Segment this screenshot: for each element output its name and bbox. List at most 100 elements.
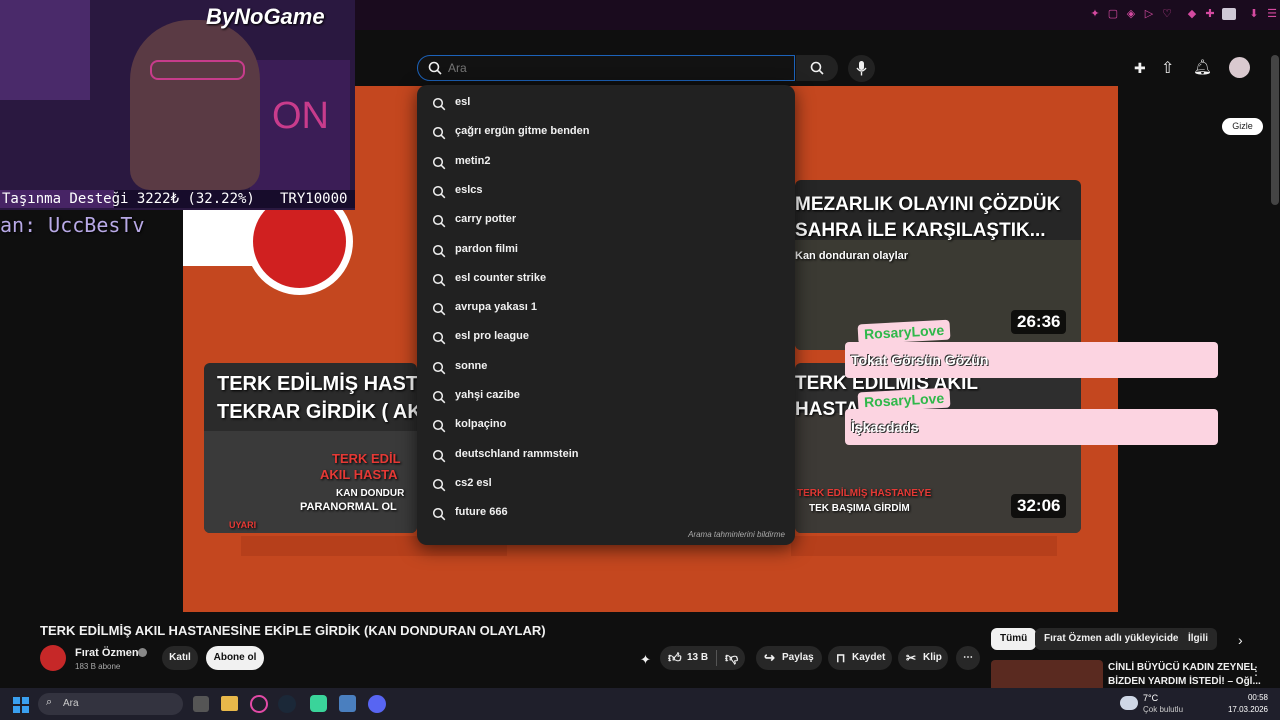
search-icon[interactable] (1203, 10, 1215, 22)
suggestion-text: pardon filmi (455, 242, 518, 255)
share-button[interactable]: ↪ Paylaş (756, 646, 822, 670)
play-icon[interactable]: ▷ (1143, 8, 1155, 20)
search-icon (432, 303, 446, 316)
minimize-icon[interactable] (1226, 10, 1238, 22)
search-button[interactable] (796, 55, 838, 81)
search-icon (432, 215, 446, 228)
suggestion-item[interactable]: cs2 esl (417, 470, 795, 499)
notifications-icon[interactable]: 🔔︎ (1193, 58, 1212, 76)
more-icon: ⋯ (963, 652, 973, 663)
suggestion-item[interactable]: future 666 (417, 499, 795, 528)
donation-text: Taşınma Desteği 3222₺ (32.22%) (2, 191, 255, 207)
thumbnail-title: MEZARLIK OLAYINI ÇÖZDÜK (795, 194, 1061, 215)
file-explorer-icon[interactable] (221, 696, 238, 711)
suggestion-item[interactable]: kolpaçino (417, 411, 795, 440)
share-label: Paylaş (782, 652, 814, 663)
discord-icon[interactable] (368, 695, 386, 713)
join-button[interactable]: Katıl (162, 646, 198, 670)
dislike-icon[interactable]: 👎︎ (725, 646, 738, 670)
upload-icon[interactable]: ⇧ (1161, 58, 1177, 77)
close-icon[interactable] (1266, 10, 1278, 22)
like-icon[interactable]: 👍︎ (668, 646, 682, 670)
suggestion-item[interactable]: sonne (417, 353, 795, 382)
taskbar-search[interactable]: ⌕ Ara (38, 693, 183, 715)
window-icon[interactable]: ▢ (1107, 8, 1119, 20)
suggestion-item[interactable]: esl counter strike (417, 265, 795, 294)
related-thumbnail[interactable] (991, 660, 1103, 688)
video-duration: 26:36 (1011, 310, 1067, 334)
search-icon (432, 244, 446, 257)
suggestion-item[interactable]: çağrı ergün gitme benden (417, 118, 795, 147)
donation-bar: Taşınma Desteği 3222₺ (32.22%) TRY10000 (0, 190, 355, 208)
search-icon: ⌕ (46, 696, 53, 708)
thumbnail-left[interactable]: TERK EDİLMİŞ HAST TEKRAR GİRDİK ( AK TER… (204, 363, 417, 533)
voice-search-button[interactable] (848, 55, 875, 82)
shield-icon[interactable]: ◈ (1125, 8, 1137, 20)
suggestion-item[interactable]: esl pro league (417, 323, 795, 352)
clock-time[interactable]: 00:58 (1228, 693, 1268, 702)
page-scrollbar[interactable] (1271, 55, 1279, 205)
thumbnail-title: TERK EDİLMİŞ HAST (217, 373, 417, 395)
opera-icon[interactable] (250, 695, 268, 713)
avatar[interactable] (1229, 57, 1250, 78)
windows-start-icon[interactable] (13, 697, 29, 713)
related-title[interactable]: BİZDEN YARDIM İSTEDİ! – Oğl... (1108, 676, 1261, 687)
extension-icon[interactable]: ◆ (1186, 8, 1198, 20)
search-icon (432, 478, 446, 492)
pin-icon[interactable]: ✦ (1089, 8, 1101, 20)
suggestion-item[interactable]: avrupa yakası 1 (417, 294, 795, 323)
chip-label: Fırat Özmen adlı yükleyiciden (1044, 633, 1185, 644)
suggestion-item[interactable]: pardon filmi (417, 236, 795, 265)
search-icon (432, 273, 446, 287)
suggestion-text: kolpaçino (455, 418, 507, 431)
more-actions-button[interactable]: ⋯ (956, 646, 980, 670)
last-follower-text: an: UccBesTv (0, 213, 145, 237)
search-box[interactable] (417, 55, 795, 81)
subscribe-button[interactable]: Abone ol (206, 646, 264, 670)
app-icon[interactable] (339, 695, 356, 712)
chip-label: Tümü (1000, 633, 1028, 644)
thumbnail-overlay-text: TERK EDİL (332, 451, 401, 466)
suggestion-text: metin2 (455, 154, 491, 167)
suggestion-item[interactable]: eslcs (417, 177, 795, 206)
create-icon[interactable]: ✚ (1134, 60, 1150, 76)
suggestion-item[interactable]: carry potter (417, 206, 795, 235)
thumbnail-shadow (791, 536, 1057, 556)
steam-icon[interactable] (278, 695, 296, 713)
clip-button[interactable]: ✂ Klip (898, 646, 948, 670)
hide-button[interactable]: Gizle (1222, 118, 1263, 135)
search-icon (432, 97, 446, 111)
download-icon[interactable]: ⬇ (1248, 8, 1260, 20)
search-input[interactable] (448, 59, 778, 77)
suggestion-item[interactable]: metin2 (417, 148, 795, 177)
suggestion-item[interactable]: yahşi cazibe (417, 382, 795, 411)
like-dislike-group: 👍︎ 13 B 👎︎ (660, 646, 745, 670)
task-view-icon[interactable] (193, 696, 209, 712)
thumbnail-subtitle: Kan donduran olaylar (795, 250, 909, 262)
chip-label: İlgili (1188, 633, 1208, 644)
related-title[interactable]: CİNLİ BÜYÜCÜ KADIN ZEYNEL (1108, 662, 1256, 673)
chevron-right-icon[interactable]: › (1238, 632, 1243, 648)
chip-related[interactable]: İlgili (1179, 628, 1217, 650)
streamer-silhouette (130, 20, 260, 190)
suggestion-item[interactable]: esl (417, 89, 795, 118)
video-duration: 32:06 (1011, 494, 1067, 518)
thumbnail-banner: TERK EDİLMİŞ HASTANEYE (797, 488, 932, 499)
verified-icon (138, 648, 147, 657)
like-count[interactable]: 13 B (687, 646, 708, 670)
chip-uploader[interactable]: Fırat Özmen adlı yükleyiciden (1035, 628, 1194, 650)
video-info: TERK EDİLMİŞ AKIL HASTANESİNE EKİPLE GİR… (30, 612, 985, 688)
suggestion-item[interactable]: deutschland rammstein (417, 441, 795, 470)
chat-message: İşkasdads (845, 409, 1218, 445)
ai-icon[interactable]: ✦ (640, 652, 654, 667)
report-predictions-link[interactable]: Arama tahminlerini bildirme (688, 530, 785, 539)
clock-date[interactable]: 17.03.2026 (1220, 705, 1268, 714)
heart-icon[interactable]: ♡ (1161, 8, 1173, 20)
save-button[interactable]: ⊓ Kaydet (828, 646, 892, 670)
channel-name[interactable]: Fırat Özmen (75, 647, 139, 659)
chip-all[interactable]: Tümü (991, 628, 1037, 650)
channel-avatar[interactable] (40, 645, 66, 671)
related-more-icon[interactable]: ⋮ (1250, 664, 1262, 678)
thumbnail-warning: UYARI (229, 520, 257, 530)
app-icon[interactable] (310, 695, 327, 712)
